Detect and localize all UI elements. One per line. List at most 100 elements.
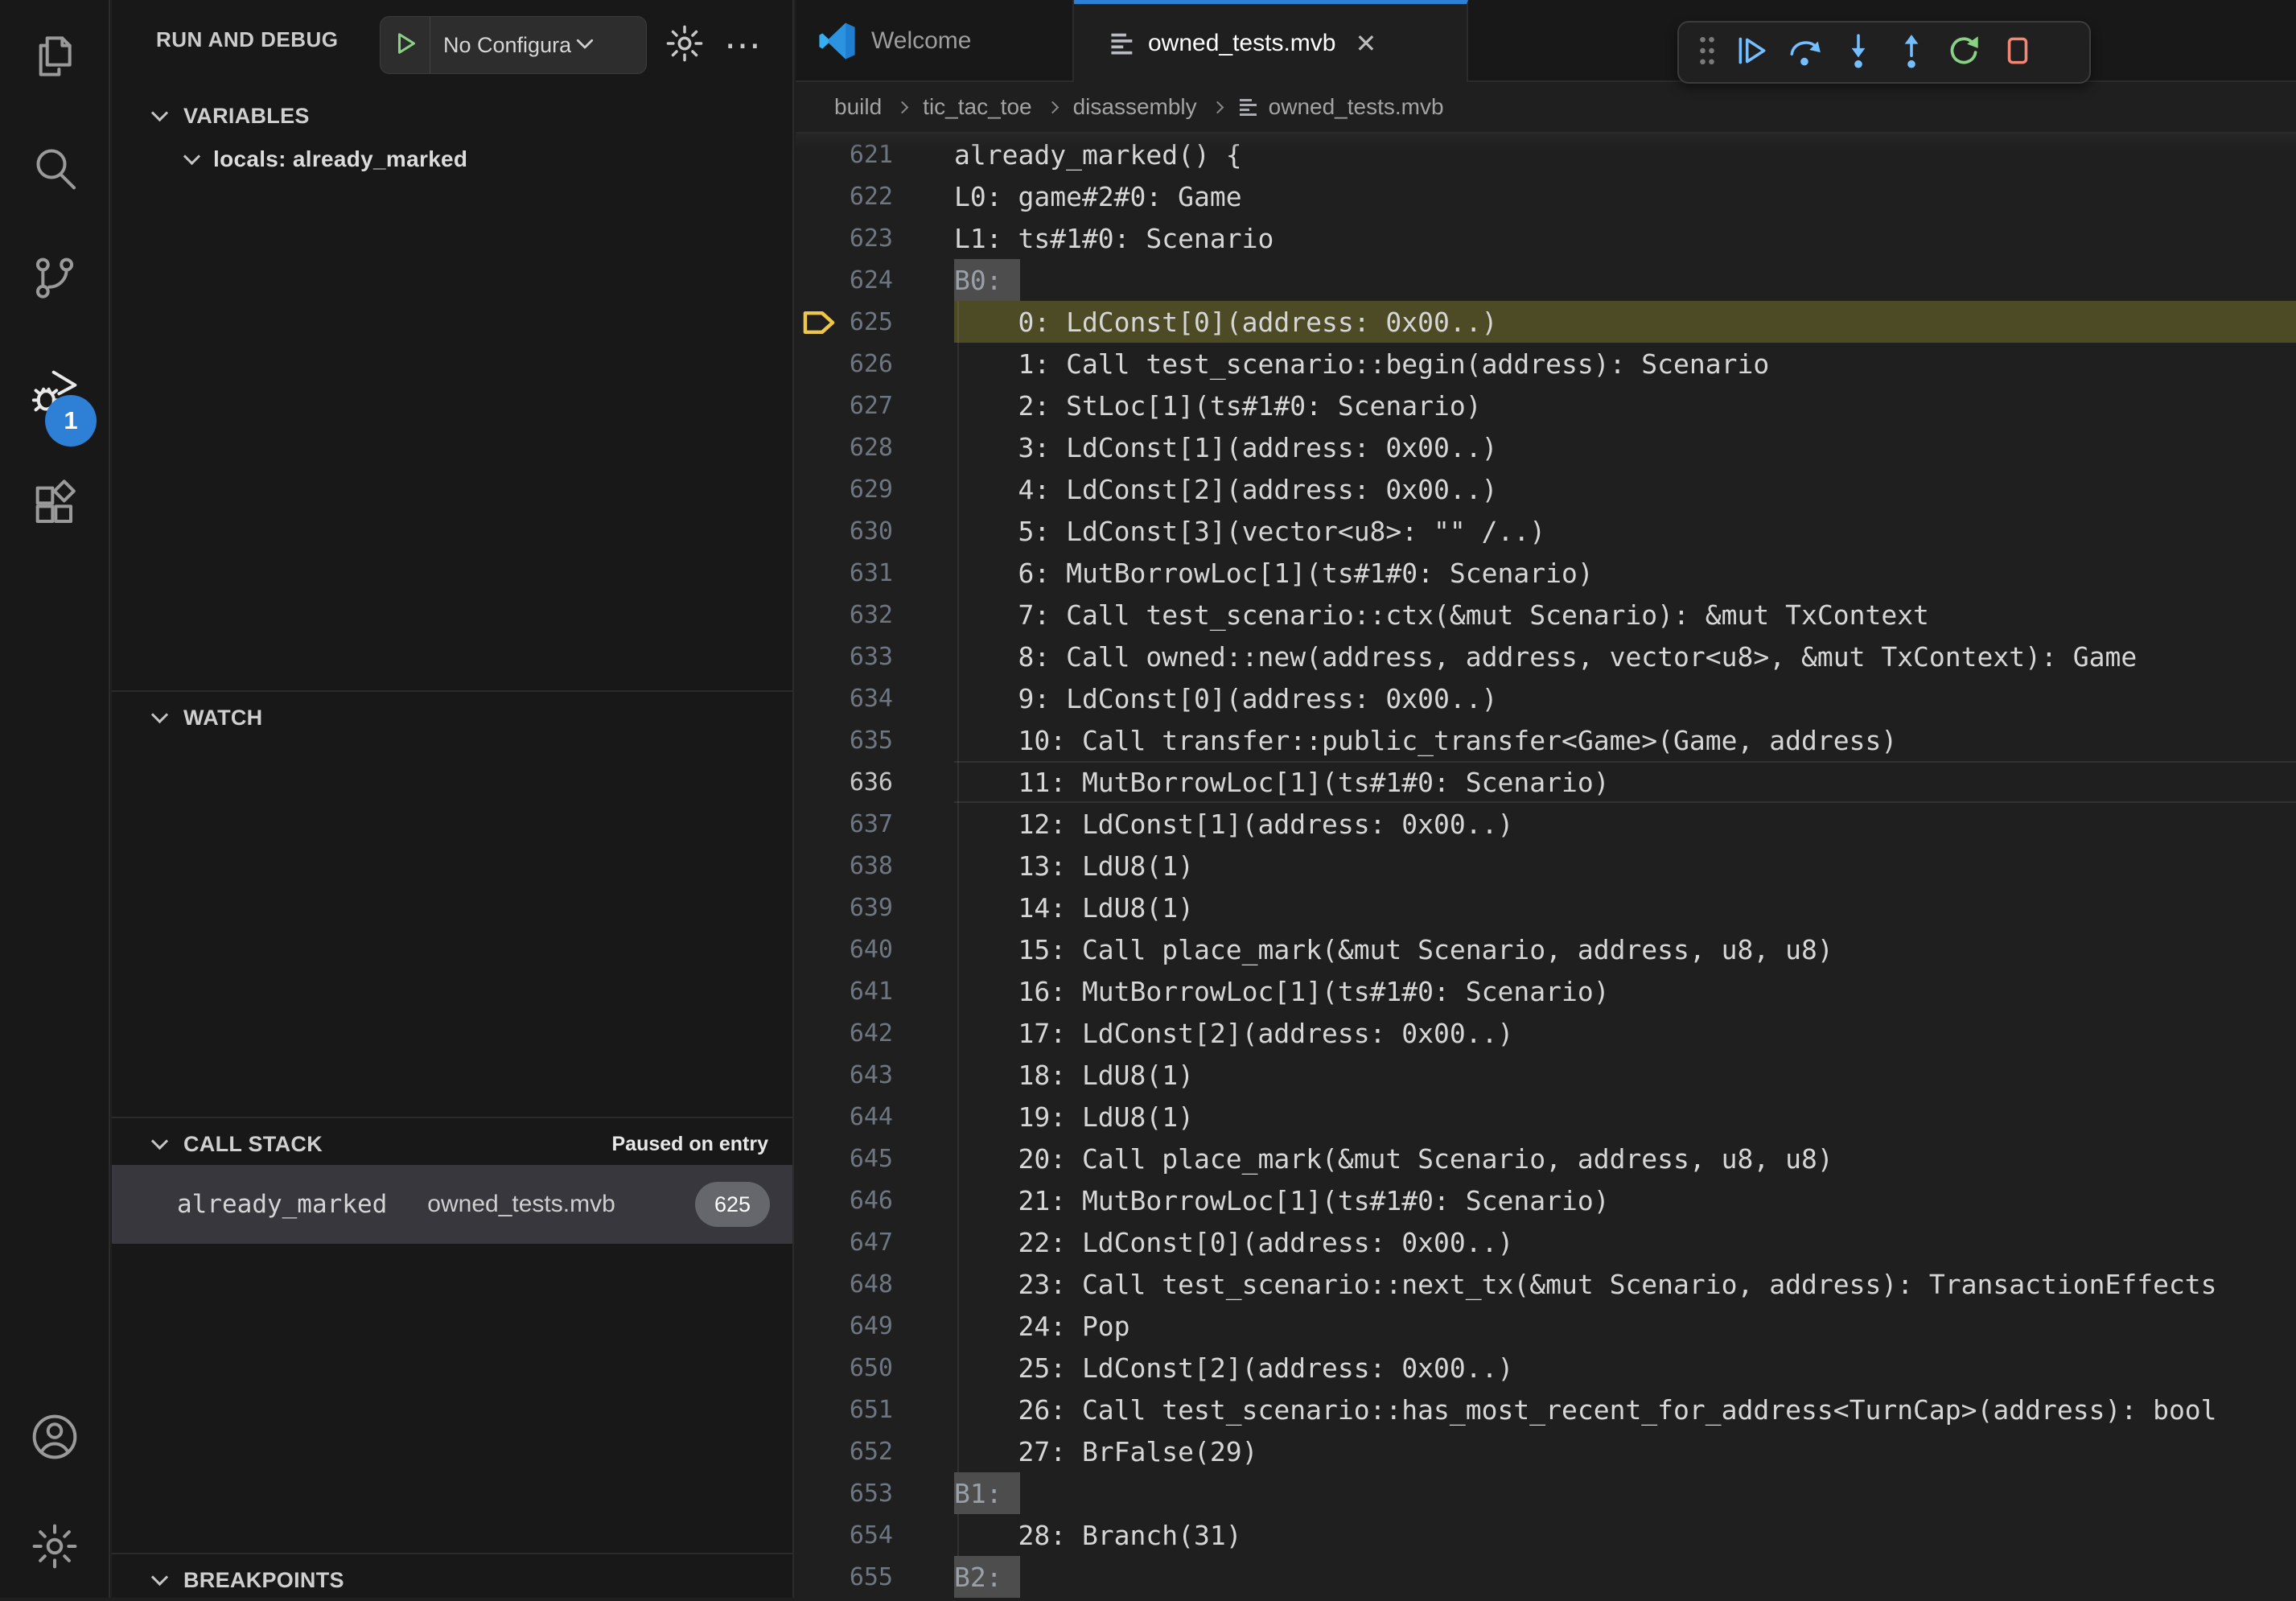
line-number[interactable]: 623 (840, 224, 893, 253)
code-text[interactable]: 23: Call test_scenario::next_tx(&mut Sce… (954, 1263, 2296, 1305)
line-number[interactable]: 641 (840, 977, 893, 1006)
breakpoint-gutter[interactable] (796, 1514, 840, 1556)
step-over-button[interactable] (1779, 27, 1832, 78)
code-text[interactable]: 6: MutBorrowLoc[1](ts#1#0: Scenario) (954, 552, 2296, 594)
code-text[interactable]: 13: LdU8(1) (954, 845, 2296, 887)
line-number[interactable]: 621 (840, 141, 893, 169)
line-number[interactable]: 625 (840, 308, 893, 336)
sidebar-item-extensions[interactable] (0, 463, 109, 551)
line-number[interactable]: 635 (840, 726, 893, 755)
breakpoint-gutter[interactable] (796, 1263, 840, 1305)
breakpoint-gutter[interactable] (796, 385, 840, 426)
line-number[interactable]: 642 (840, 1019, 893, 1047)
breakpoint-gutter[interactable] (796, 1179, 840, 1221)
breakpoint-gutter[interactable] (796, 1389, 840, 1430)
line-number[interactable]: 644 (840, 1103, 893, 1131)
line-number[interactable]: 634 (840, 685, 893, 713)
code-text[interactable]: 14: LdU8(1) (954, 887, 2296, 928)
line-number[interactable]: 632 (840, 601, 893, 629)
breadcrumb-item[interactable]: tic_tac_toe (923, 94, 1031, 120)
line-number[interactable]: 638 (840, 852, 893, 880)
line-number[interactable]: 627 (840, 392, 893, 420)
stop-button[interactable] (1991, 27, 2044, 78)
current-stack-frame-arrow-icon[interactable] (796, 301, 840, 343)
sidebar-item-source-control[interactable] (0, 235, 109, 323)
line-number[interactable]: 636 (840, 768, 893, 796)
line-number[interactable]: 651 (840, 1396, 893, 1424)
line-number[interactable]: 640 (840, 936, 893, 964)
code-text[interactable]: 7: Call test_scenario::ctx(&mut Scenario… (954, 594, 2296, 636)
code-text[interactable]: L1: ts#1#0: Scenario (954, 217, 2296, 259)
breakpoint-gutter[interactable] (796, 928, 840, 970)
code-text[interactable]: 18: LdU8(1) (954, 1054, 2296, 1096)
code-text[interactable]: 10: Call transfer::public_transfer<Game>… (954, 719, 2296, 761)
breakpoint-gutter[interactable] (796, 636, 840, 677)
line-number[interactable]: 654 (840, 1521, 893, 1550)
code-text[interactable]: 19: LdU8(1) (954, 1096, 2296, 1138)
line-number[interactable]: 650 (840, 1354, 893, 1382)
call-stack-frame[interactable]: already_marked owned_tests.mvb 625 (112, 1165, 792, 1244)
drag-handle[interactable] (1689, 27, 1726, 78)
line-number[interactable]: 655 (840, 1563, 893, 1591)
code-text[interactable]: 4: LdConst[2](address: 0x00..) (954, 468, 2296, 510)
line-number[interactable]: 629 (840, 475, 893, 504)
restart-button[interactable] (1938, 27, 1991, 78)
code-text[interactable]: B1: (954, 1472, 2296, 1514)
breakpoint-gutter[interactable] (796, 1430, 840, 1472)
code-text[interactable]: 27: BrFalse(29) (954, 1430, 2296, 1472)
tab-welcome[interactable]: Welcome (796, 0, 1074, 82)
breadcrumb-item[interactable]: owned_tests.mvb (1269, 94, 1444, 120)
code-text[interactable]: 12: LdConst[1](address: 0x00..) (954, 803, 2296, 845)
section-header-call-stack[interactable]: CALL STACK Paused on entry (112, 1123, 792, 1165)
sidebar-item-run-and-debug[interactable]: 1 (0, 350, 109, 438)
code-text[interactable]: B2: (954, 1556, 2296, 1598)
code-text[interactable]: 20: Call place_mark(&mut Scenario, addre… (954, 1138, 2296, 1179)
continue-button[interactable] (1726, 27, 1779, 78)
account-button[interactable] (0, 1394, 109, 1483)
code-text[interactable]: 24: Pop (954, 1305, 2296, 1347)
breakpoint-gutter[interactable] (796, 803, 840, 845)
code-text[interactable]: 3: LdConst[1](address: 0x00..) (954, 426, 2296, 468)
breakpoint-gutter[interactable] (796, 1347, 840, 1389)
start-debugging-button[interactable] (381, 17, 430, 73)
line-number[interactable]: 646 (840, 1187, 893, 1215)
breakpoint-gutter[interactable] (796, 1305, 840, 1347)
step-out-button[interactable] (1885, 27, 1938, 78)
line-number[interactable]: 653 (840, 1480, 893, 1508)
code-text[interactable]: 0: LdConst[0](address: 0x00..) (954, 301, 2296, 343)
breakpoint-gutter[interactable] (796, 887, 840, 928)
variables-scope-locals[interactable]: locals: already_marked (112, 138, 792, 180)
breakpoint-gutter[interactable] (796, 510, 840, 552)
code-text[interactable]: 28: Branch(31) (954, 1514, 2296, 1556)
line-number[interactable]: 633 (840, 643, 893, 671)
step-into-button[interactable] (1832, 27, 1885, 78)
breakpoint-gutter[interactable] (796, 1221, 840, 1263)
code-text[interactable]: B0: (954, 259, 2296, 301)
line-number[interactable]: 624 (840, 266, 893, 294)
breakpoint-gutter[interactable] (796, 719, 840, 761)
code-text[interactable]: 25: LdConst[2](address: 0x00..) (954, 1347, 2296, 1389)
line-number[interactable]: 652 (840, 1438, 893, 1466)
breakpoint-gutter[interactable] (796, 1012, 840, 1054)
views-more-actions-button[interactable]: ⋯ (720, 23, 765, 68)
breakpoint-gutter[interactable] (796, 1556, 840, 1598)
breakpoint-gutter[interactable] (796, 468, 840, 510)
line-number[interactable]: 648 (840, 1270, 893, 1298)
line-number[interactable]: 628 (840, 434, 893, 462)
code-text[interactable]: 11: MutBorrowLoc[1](ts#1#0: Scenario) (954, 761, 2296, 803)
breakpoint-gutter[interactable] (796, 1096, 840, 1138)
section-header-variables[interactable]: VARIABLES (112, 95, 792, 137)
breakpoint-gutter[interactable] (796, 134, 840, 175)
line-number[interactable]: 626 (840, 350, 893, 378)
breakpoint-gutter[interactable] (796, 1054, 840, 1096)
line-number[interactable]: 643 (840, 1061, 893, 1089)
breadcrumb-item[interactable]: disassembly (1073, 94, 1197, 120)
line-number[interactable]: 649 (840, 1312, 893, 1340)
code-text[interactable]: 22: LdConst[0](address: 0x00..) (954, 1221, 2296, 1263)
line-number[interactable]: 622 (840, 183, 893, 211)
line-number[interactable]: 631 (840, 559, 893, 587)
sidebar-item-explorer[interactable] (0, 14, 109, 102)
code-text[interactable]: 9: LdConst[0](address: 0x00..) (954, 677, 2296, 719)
code-text[interactable]: 8: Call owned::new(address, address, vec… (954, 636, 2296, 677)
line-number[interactable]: 630 (840, 517, 893, 545)
